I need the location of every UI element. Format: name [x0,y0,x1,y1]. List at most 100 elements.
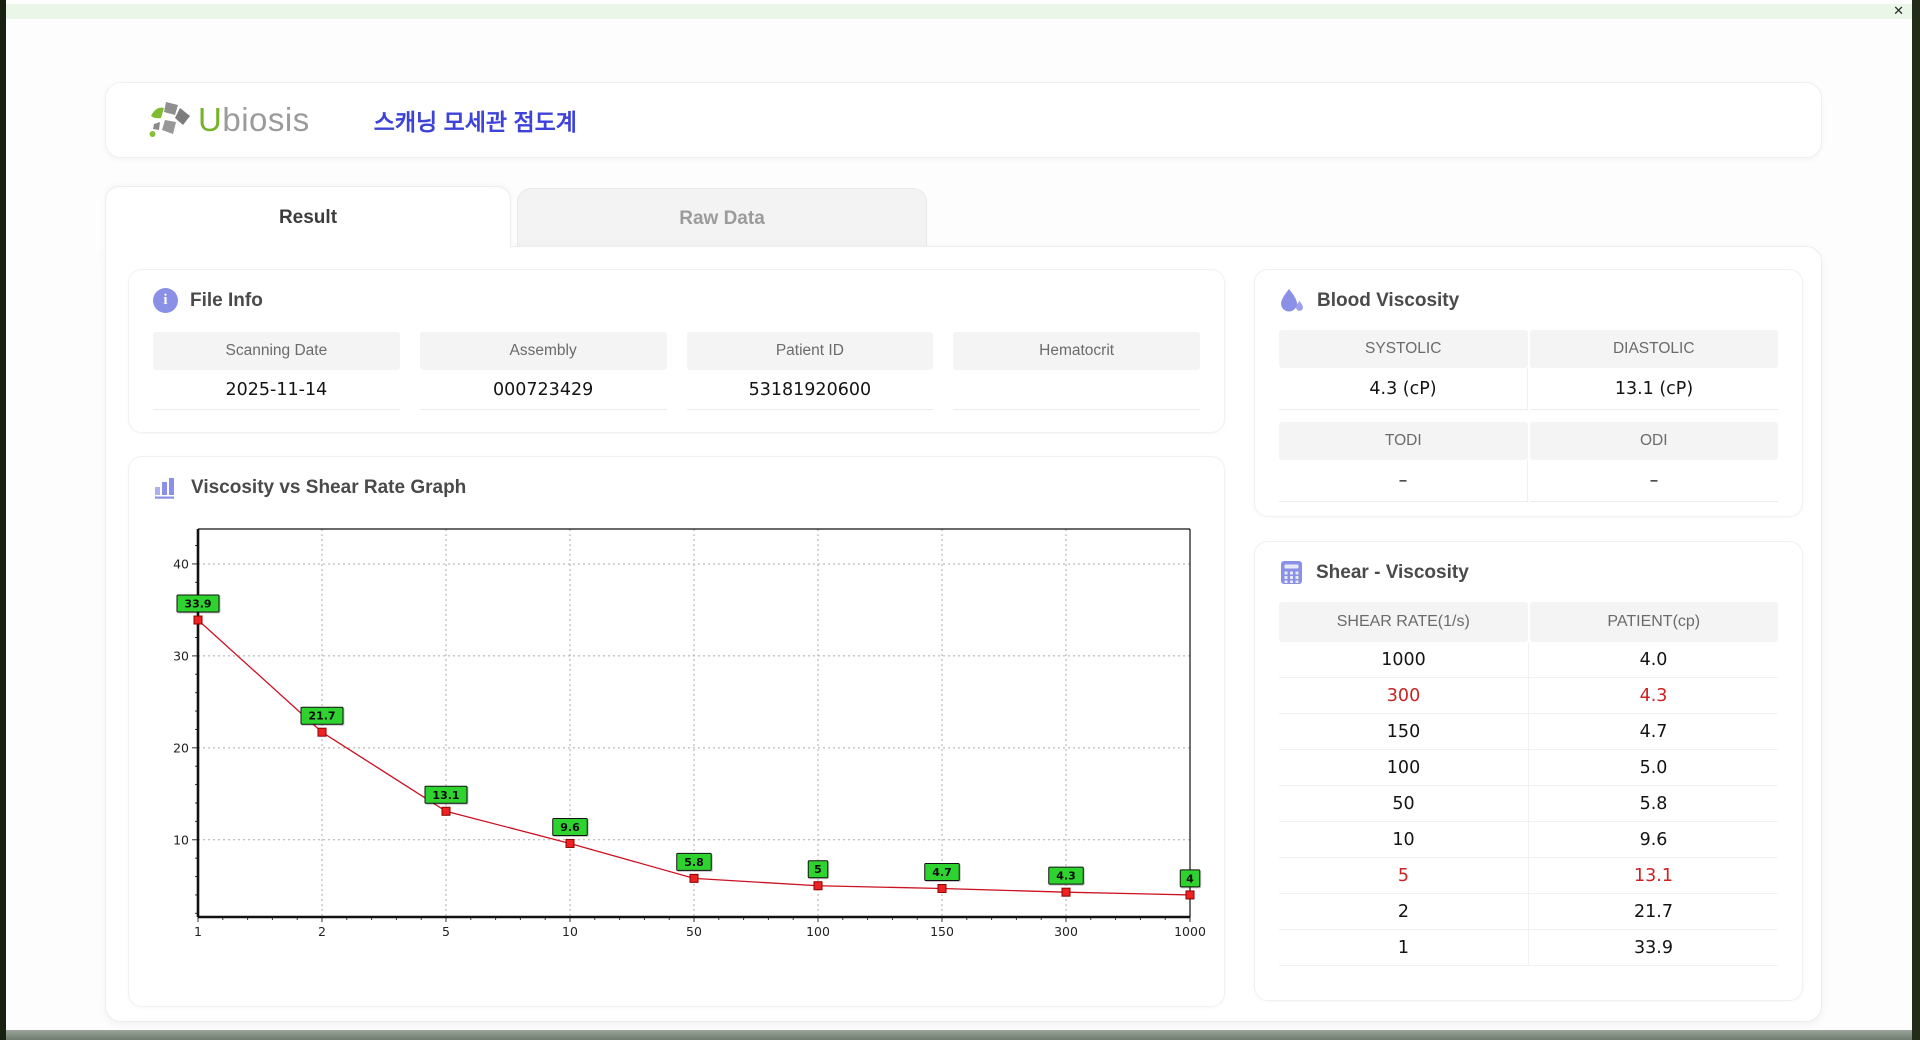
shear-table-header: SHEAR RATE(1/s) PATIENT(cp) [1279,602,1778,642]
bv-value-row: 4.3 (cP) 13.1 (cP) [1279,368,1778,410]
cell-shear-rate: 150 [1279,714,1529,750]
info-icon: i [153,288,178,313]
shear-table-row: 150 4.7 [1279,714,1778,750]
shear-table-row: 2 21.7 [1279,894,1778,930]
app-title: 스캐닝 모세관 점도계 [373,109,577,135]
file-info-title-row: i File Info [153,288,263,313]
cell-shear-rate: 2 [1279,894,1529,930]
svg-text:20: 20 [173,740,189,755]
field-hematocrit: Hematocrit [953,332,1200,410]
shear-table-row: 1000 4.0 [1279,642,1778,678]
field-label: Assembly [419,332,667,370]
svg-text:5: 5 [814,863,822,876]
logo-letter-u: U [198,101,223,138]
cell-shear-rate: 1 [1279,930,1529,966]
svg-text:1: 1 [194,924,202,939]
blood-viscosity-title-row: Blood Viscosity [1279,288,1459,314]
ubiosis-logo: Ubiosis [148,100,310,140]
cell-patient: 33.9 [1529,930,1778,966]
window-edge-bottom [0,1030,1920,1040]
shear-table-row: 10 9.6 [1279,822,1778,858]
bv-value-systolic: 4.3 (cP) [1279,368,1528,410]
file-info-panel: i File Info Scanning Date 2025-11-14 Ass… [128,269,1225,433]
shear-viscosity-title: Shear - Viscosity [1316,561,1469,583]
window-titlebar: ✕ [6,4,1912,19]
bv-header-row: SYSTOLIC DIASTOLIC [1279,330,1778,368]
ubiosis-logo-mark-icon [149,102,190,137]
blood-viscosity-table: SYSTOLIC DIASTOLIC 4.3 (cP) 13.1 (cP) TO… [1279,330,1778,502]
field-value: 000723429 [419,370,667,410]
svg-text:33.9: 33.9 [184,598,211,611]
tab-raw-data[interactable]: Raw Data [517,188,927,248]
cell-patient: 9.6 [1529,822,1778,858]
shear-table-row: 1 33.9 [1279,930,1778,966]
svg-text:5: 5 [442,924,450,939]
file-info-fields: Scanning Date 2025-11-14 Assembly 000723… [153,332,1200,410]
bv-header-diastolic: DIASTOLIC [1529,330,1778,368]
window-edge-left [0,0,6,1040]
main-content-card: i File Info Scanning Date 2025-11-14 Ass… [105,246,1822,1022]
cell-patient: 4.3 [1529,678,1778,714]
window-edge-right [1912,0,1920,1040]
bv-value-todi: – [1279,460,1528,502]
svg-text:13.1: 13.1 [432,789,459,802]
app-window: ✕ Ubiosis 스캐닝 모세관 점도계 Result Raw Data i … [0,0,1920,1040]
cell-patient: 5.0 [1529,750,1778,786]
field-patient-id: Patient ID 53181920600 [686,332,934,410]
field-scanning-date: Scanning Date 2025-11-14 [153,332,400,410]
field-value: 2025-11-14 [153,370,400,410]
svg-text:21.7: 21.7 [308,710,335,723]
svg-text:4.3: 4.3 [1056,870,1076,883]
bv-header-todi: TODI [1279,422,1528,460]
shear-table-row: 5 13.1 [1279,858,1778,894]
shear-table-row: 50 5.8 [1279,786,1778,822]
shear-col-patient: PATIENT(cp) [1529,602,1778,642]
cell-shear-rate: 50 [1279,786,1529,822]
cell-shear-rate: 5 [1279,858,1529,894]
cell-shear-rate: 10 [1279,822,1529,858]
cell-patient: 13.1 [1529,858,1778,894]
svg-text:50: 50 [686,924,702,939]
cell-shear-rate: 100 [1279,750,1529,786]
svg-text:300: 300 [1054,924,1078,939]
shear-table-row: 300 4.3 [1279,678,1778,714]
cell-patient: 4.0 [1529,642,1778,678]
field-label: Scanning Date [153,332,400,370]
blood-viscosity-title: Blood Viscosity [1317,290,1460,311]
svg-text:10: 10 [173,832,189,847]
field-value: 53181920600 [686,370,934,410]
svg-text:150: 150 [930,924,954,939]
logo-wordmark: Ubiosis [198,101,310,139]
bv-header-systolic: SYSTOLIC [1279,330,1528,368]
cell-patient: 5.8 [1529,786,1778,822]
shear-viscosity-table: SHEAR RATE(1/s) PATIENT(cp) 1000 4.0 300… [1279,602,1778,966]
svg-text:4: 4 [1186,872,1194,885]
field-value [953,370,1200,410]
file-info-title: File Info [190,289,263,311]
svg-text:40: 40 [173,556,189,571]
cell-patient: 21.7 [1529,894,1778,930]
shear-viscosity-panel: Shear - Viscosity SHEAR RATE(1/s) PATIEN… [1254,541,1803,1001]
bv-header-row-2: TODI ODI [1279,422,1778,460]
svg-text:4.7: 4.7 [932,866,952,879]
bv-value-row-2: – – [1279,460,1778,502]
tab-result[interactable]: Result [105,186,511,248]
cell-shear-rate: 1000 [1279,642,1529,678]
svg-text:100: 100 [806,924,830,939]
svg-text:1000: 1000 [1174,924,1206,939]
cell-patient: 4.7 [1529,714,1778,750]
bv-value-odi: – [1530,460,1778,502]
svg-text:5.8: 5.8 [684,856,704,869]
bv-spacer [1279,410,1778,422]
viscosity-shear-chart: 10 20 30 40 1 2 5 10 50 100 150 300 1000 33.9 21.7 13.1… [173,528,1206,939]
blood-viscosity-panel: Blood Viscosity SYSTOLIC DIASTOLIC 4.3 (… [1254,269,1803,517]
bv-header-odi: ODI [1529,422,1778,460]
field-label: Patient ID [686,332,934,370]
close-icon[interactable]: ✕ [1893,4,1904,19]
bv-value-diastolic: 13.1 (cP) [1530,368,1778,410]
logo-rest: biosis [222,101,310,138]
shear-table-row: 100 5.0 [1279,750,1778,786]
calculator-icon [1281,561,1302,584]
svg-text:9.6: 9.6 [560,821,580,834]
field-label: Hematocrit [953,332,1200,370]
